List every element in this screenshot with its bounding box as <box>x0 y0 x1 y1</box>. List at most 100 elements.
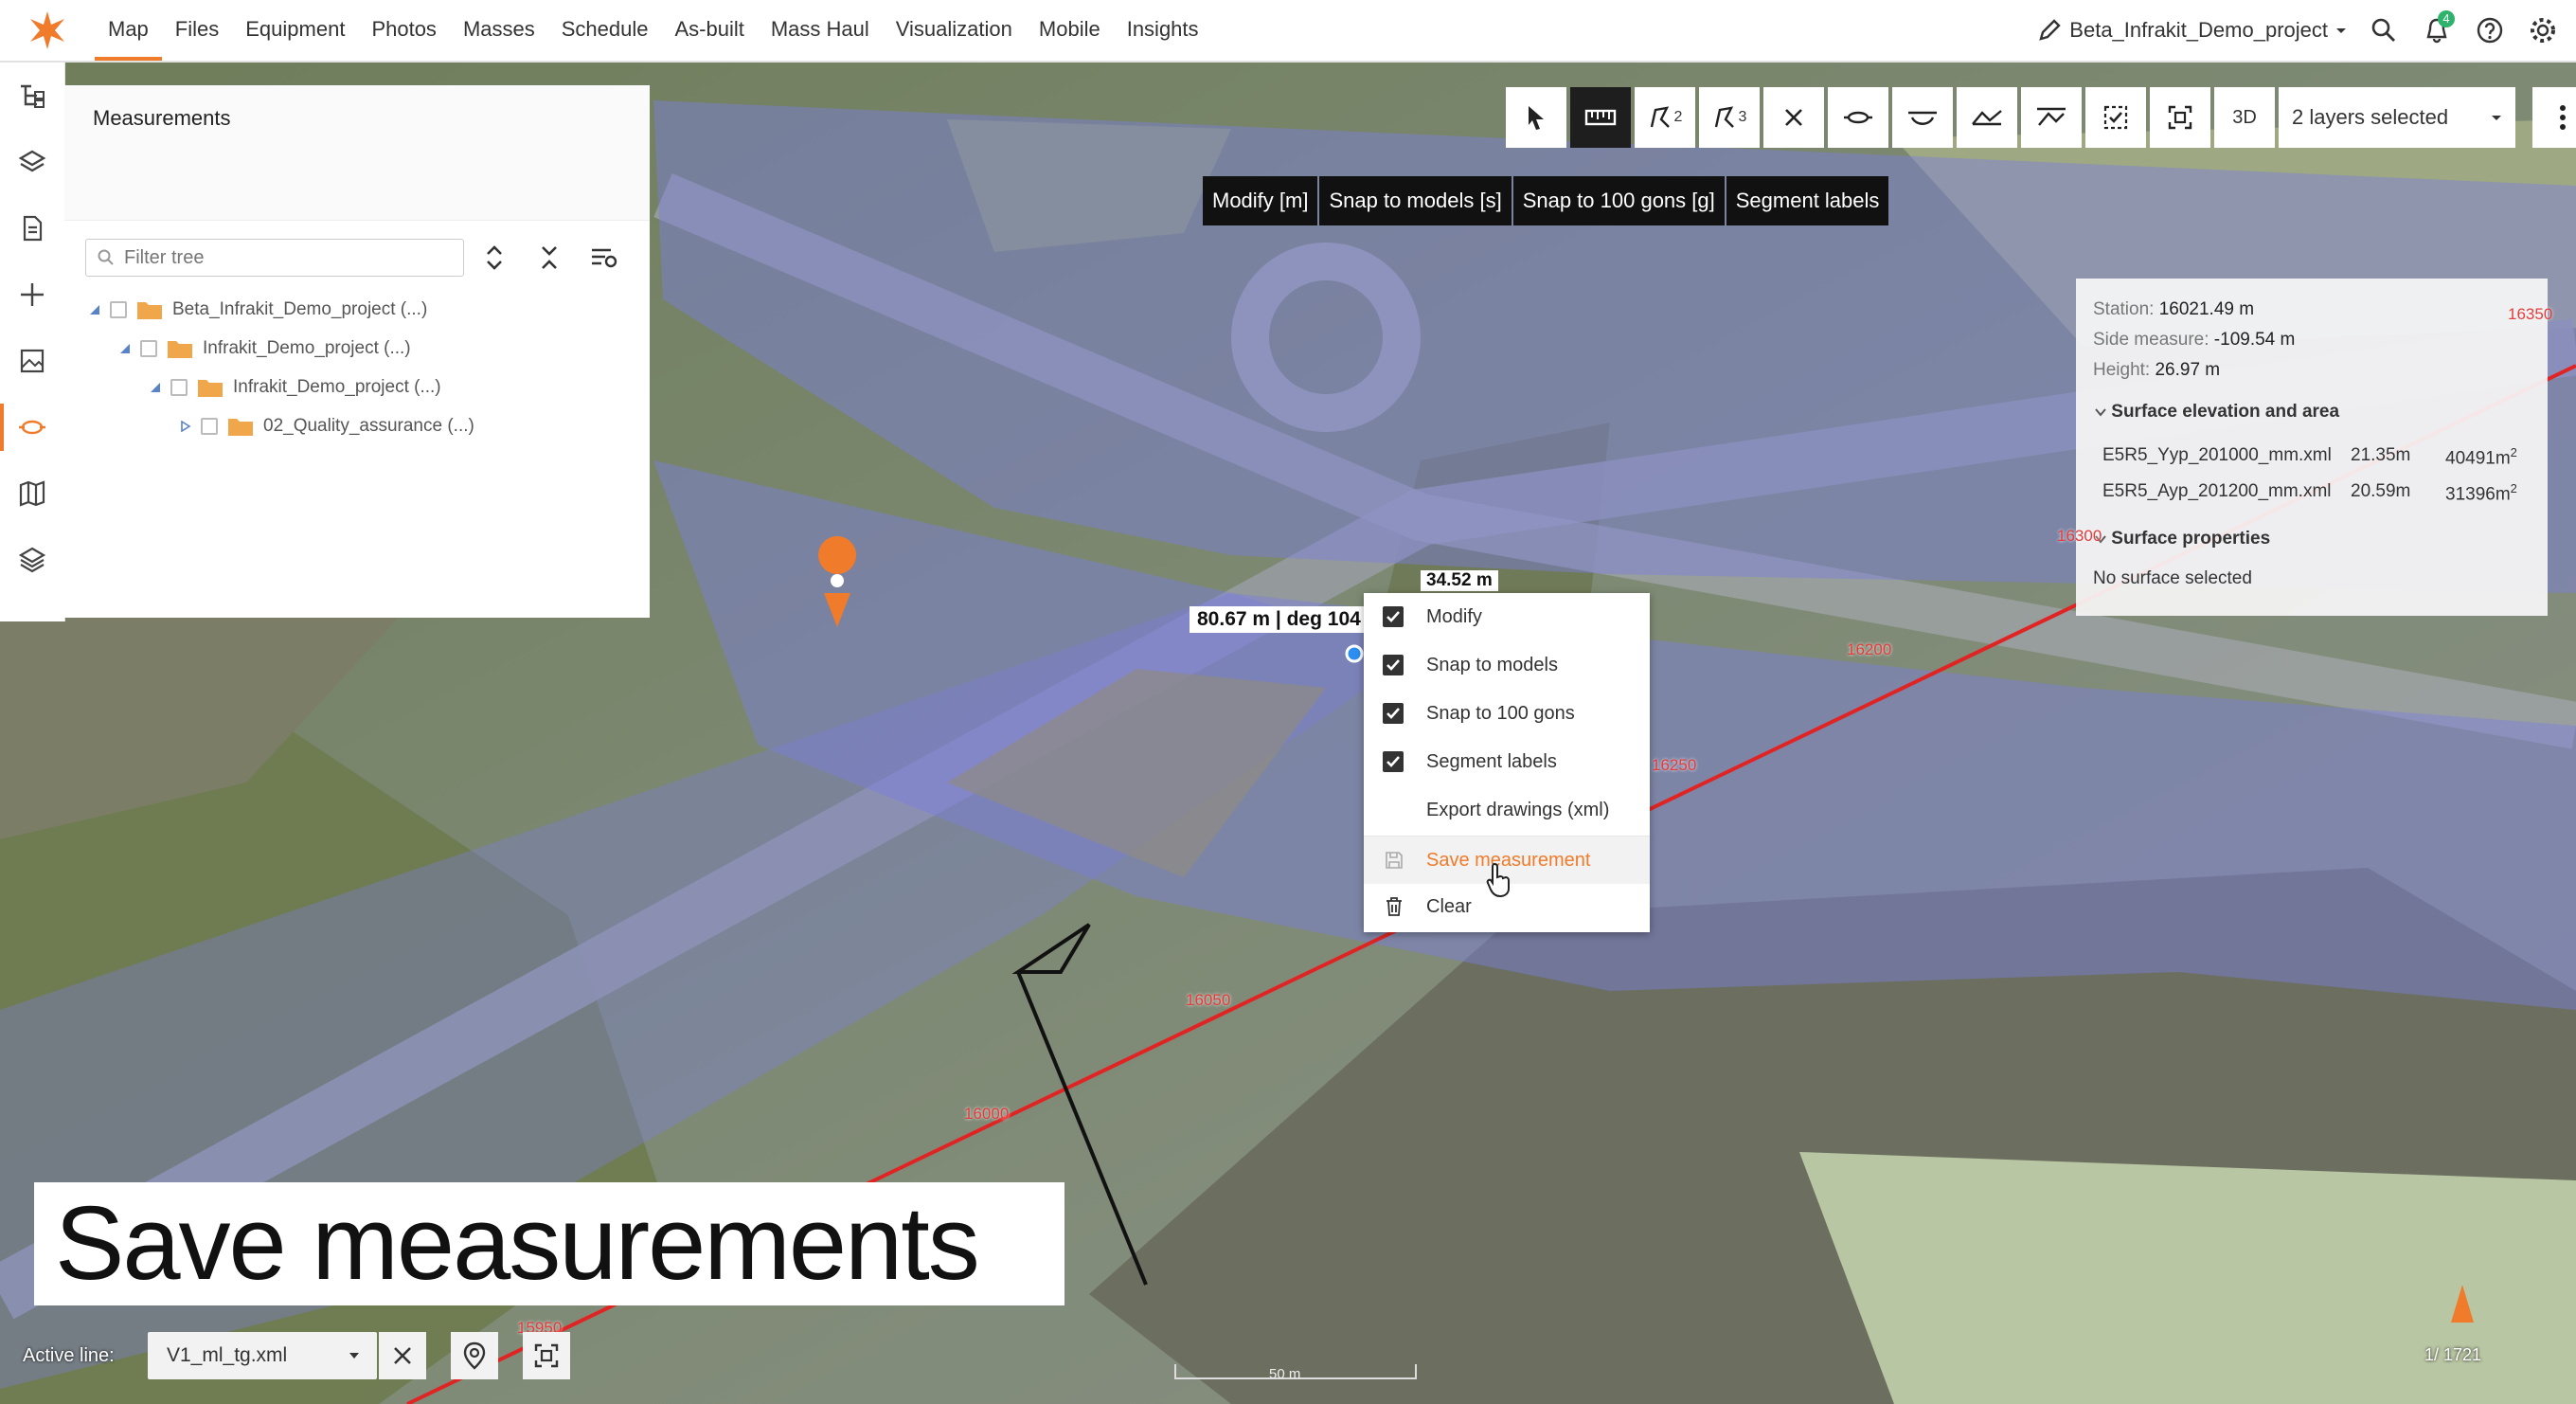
filter-tree-field[interactable] <box>85 239 464 277</box>
gallery-icon <box>20 349 45 373</box>
active-line-select[interactable]: V1_ml_tg.xml <box>148 1332 377 1379</box>
tree-checkbox[interactable] <box>170 379 188 396</box>
more-menu-button[interactable] <box>2532 87 2576 148</box>
caption-banner: Save measurements <box>34 1182 1064 1305</box>
select-tool-button[interactable] <box>1506 87 1566 148</box>
folder-icon <box>228 419 253 436</box>
close-icon <box>1785 109 1802 126</box>
project-selector[interactable]: Beta_Infrakit_Demo_project <box>2037 18 2347 43</box>
rail-measurements[interactable] <box>0 394 64 460</box>
clear-tool-button[interactable] <box>1763 87 1824 148</box>
menu-segment-labels[interactable]: Segment labels <box>1364 738 1650 785</box>
filter-tree-input[interactable] <box>122 245 448 270</box>
active-line-value: V1_ml_tg.xml <box>167 1344 288 1366</box>
settings-button[interactable] <box>2527 14 2559 46</box>
chevron-down-icon <box>2095 408 2106 417</box>
nav-schedule[interactable]: Schedule <box>548 0 662 61</box>
panel-title: Measurements <box>93 106 231 130</box>
clear-active-line-button[interactable] <box>379 1332 426 1379</box>
draw-3-count: 3 <box>1738 109 1747 125</box>
fit-view-button[interactable] <box>2150 87 2210 148</box>
3d-toggle-button[interactable]: 3D <box>2214 87 2275 148</box>
nav-visualization[interactable]: Visualization <box>883 0 1026 61</box>
draw-3-point-button[interactable]: 3 <box>1699 87 1760 148</box>
nav-equipment[interactable]: Equipment <box>232 0 358 61</box>
menu-modify[interactable]: Modify <box>1364 593 1650 640</box>
tree-row[interactable]: 02_Quality_assurance (...) <box>180 410 474 442</box>
rail-layers-tree[interactable] <box>0 63 64 129</box>
rail-crosshair[interactable] <box>0 261 64 328</box>
nav-files[interactable]: Files <box>162 0 232 61</box>
draw-2-point-button[interactable]: 2 <box>1635 87 1695 148</box>
active-line-label: Active line: <box>23 1345 115 1366</box>
hotkey-modify[interactable]: Modify [m] <box>1203 176 1318 225</box>
left-rail <box>0 63 65 621</box>
caret-open-icon[interactable] <box>89 304 100 315</box>
tree-checkbox[interactable] <box>201 418 218 435</box>
help-button[interactable] <box>2474 14 2506 46</box>
tree-row[interactable]: Infrakit_Demo_project (...) <box>150 371 441 404</box>
nav-mobile[interactable]: Mobile <box>1026 0 1114 61</box>
nav-mass-haul[interactable]: Mass Haul <box>758 0 883 61</box>
collapse-all-button[interactable] <box>534 243 564 273</box>
nav-map[interactable]: Map <box>95 0 162 61</box>
chevron-up-down-icon <box>487 245 502 270</box>
search-icon <box>2371 18 2395 42</box>
caret-open-icon[interactable] <box>119 343 131 354</box>
menu-snap-to-models[interactable]: Snap to models <box>1364 641 1650 689</box>
rail-map[interactable] <box>0 460 64 527</box>
checkbox-checked-icon[interactable] <box>1383 703 1404 724</box>
hotkey-segment-labels[interactable]: Segment labels <box>1726 176 1889 225</box>
rail-stack[interactable] <box>0 527 64 593</box>
nav-photos[interactable]: Photos <box>358 0 450 61</box>
surface-row: E5R5_Yyp_201000_mm.xml 21.35m 40491m2 <box>2102 445 2517 469</box>
tree-row[interactable]: Infrakit_Demo_project (...) <box>119 333 411 365</box>
nav-masses[interactable]: Masses <box>450 0 548 61</box>
search-button[interactable] <box>2368 14 2400 46</box>
nav-as-built[interactable]: As-built <box>661 0 757 61</box>
area-select-button[interactable] <box>2085 87 2146 148</box>
layers-icon <box>18 150 46 172</box>
tree-checkbox[interactable] <box>140 340 157 357</box>
app-logo-icon[interactable] <box>27 9 68 51</box>
folder-icon <box>198 380 223 397</box>
draw-2-count: 2 <box>1673 109 1683 125</box>
caret-open-icon[interactable] <box>150 382 161 393</box>
surface-section-button[interactable] <box>1892 87 1953 148</box>
tree-checkbox[interactable] <box>110 301 127 318</box>
rail-layers[interactable] <box>0 129 64 195</box>
hotkey-snap-gons[interactable]: Snap to 100 gons [g] <box>1512 176 1725 225</box>
expand-collapse-button[interactable] <box>479 243 510 273</box>
top-bar: Map Files Equipment Photos Masses Schedu… <box>0 0 2576 63</box>
tree-row[interactable]: Beta_Infrakit_Demo_project (...) <box>89 294 427 326</box>
tree-settings-button[interactable] <box>589 243 619 273</box>
pencil-icon <box>2039 19 2061 41</box>
hotkey-snap-models[interactable]: Snap to models [s] <box>1319 176 1512 225</box>
caret-closed-icon[interactable] <box>180 421 191 432</box>
locate-button[interactable] <box>451 1332 498 1379</box>
checkbox-checked-icon[interactable] <box>1383 606 1404 627</box>
rail-documents[interactable] <box>0 195 64 261</box>
ruler-tool-button[interactable] <box>1570 87 1631 148</box>
tree-label: 02_Quality_assurance (...) <box>263 416 474 436</box>
layers-dropdown[interactable]: 2 layers selected <box>2279 87 2515 148</box>
area-check-icon <box>2103 105 2128 130</box>
zoom-to-line-button[interactable] <box>523 1332 570 1379</box>
surface-elevation-section[interactable]: Surface elevation and area <box>2095 402 2339 423</box>
notifications-button[interactable]: 4 <box>2421 10 2455 46</box>
gear-icon <box>2531 18 2555 43</box>
volume-button[interactable] <box>2021 87 2082 148</box>
surface-properties-section[interactable]: Surface properties <box>2095 529 2270 549</box>
folder-icon <box>168 341 192 358</box>
height-row: Height: 26.97 m <box>2093 360 2221 380</box>
checkbox-checked-icon[interactable] <box>1383 655 1404 675</box>
cross-section-button[interactable] <box>1828 87 1888 148</box>
menu-snap-to-100-gons[interactable]: Snap to 100 gons <box>1364 690 1650 737</box>
menu-export-drawings[interactable]: Export drawings (xml) <box>1364 786 1650 834</box>
nav-insights[interactable]: Insights <box>1114 0 1212 61</box>
rail-photos[interactable] <box>0 328 64 394</box>
checkbox-checked-icon[interactable] <box>1383 751 1404 772</box>
station-label: 16350 <box>2508 305 2553 323</box>
side-measure-row: Side measure: -109.54 m <box>2093 330 2296 350</box>
profile-button[interactable] <box>1957 87 2017 148</box>
